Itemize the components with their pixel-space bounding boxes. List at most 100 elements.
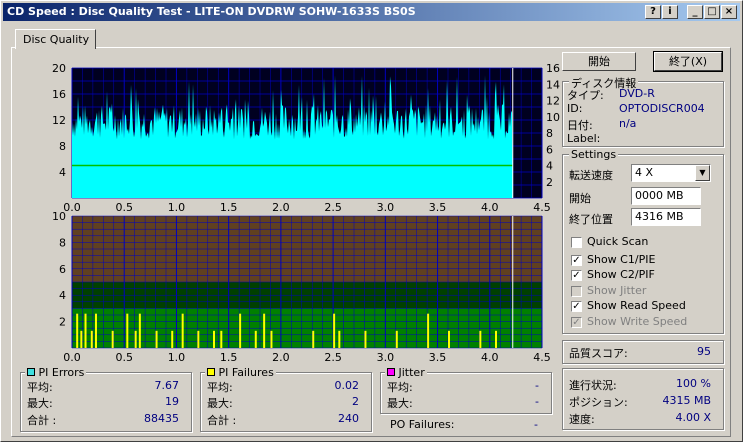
chevron-down-icon[interactable]: ▼ (695, 165, 710, 181)
chart2-x-tick: 3.5 (429, 351, 447, 363)
pi-errors-chart: 201612841614121086420.0 0.5 1.0 1.5 2.0 2.5 3.… (52, 62, 560, 214)
settings-group: Settings 転送速度 4 X ▼ 開始 0000 MB 終了位置 4316… (562, 148, 724, 334)
chart1-y2-tick: 10 (546, 111, 560, 124)
chart1-y-tick: 4 (59, 166, 66, 179)
pif-spike (197, 330, 200, 348)
pif-spike (395, 330, 398, 348)
title-bar: CD Speed : Disc Quality Test - LITE-ON D… (3, 3, 740, 21)
progress-group: 進行状況: 100 % ポジション: 4315 MB 速度: 4.00 X (562, 368, 724, 430)
pi-failures-group: PI Failures 平均: 0.02 最大: 2 合計 : 240 (200, 366, 372, 432)
pi-errors-group: PI Errors 平均: 7.67 最大: 19 合計 : 88435 (20, 366, 192, 432)
speed-select[interactable]: 4 X ▼ (631, 164, 711, 182)
pif-spike (220, 330, 223, 348)
pif-spike (495, 330, 497, 348)
po-failures-value: - (534, 418, 538, 431)
pif-spike (333, 313, 336, 348)
pif-spike (155, 330, 158, 348)
pif-spike (134, 330, 137, 348)
disc-type: DVD-R (619, 87, 655, 100)
show-c1-pie-checkbox[interactable]: ✓ (571, 255, 582, 266)
chart2-y-tick: 10 (52, 210, 66, 223)
pif-spike (138, 313, 141, 348)
exit-button[interactable]: 終了(X) (653, 51, 723, 72)
chart1-y2-tick: 4 (546, 160, 553, 173)
pif-spike (239, 313, 242, 348)
pif-spike (126, 313, 129, 348)
minimize-icon[interactable]: _ (687, 5, 703, 19)
chart2-y-tick: 2 (59, 316, 66, 329)
quick-scan-checkbox[interactable] (571, 237, 582, 248)
tab-disc-quality[interactable]: Disc Quality (15, 29, 96, 49)
help-icon[interactable]: ? (645, 5, 661, 19)
chart1-y-tick: 8 (59, 140, 66, 153)
position-value: 4315 MB (662, 394, 711, 407)
chart2-y-tick: 6 (59, 263, 66, 276)
pif-spike (427, 313, 430, 348)
pif-spike (94, 313, 97, 348)
chart1-y2-tick: 14 (546, 78, 560, 91)
pif-spike (171, 330, 174, 348)
pif-spike (254, 330, 257, 348)
pif-spike (76, 313, 79, 348)
speed-value: 4.00 X (675, 411, 711, 424)
chart2-x-tick: 1.0 (168, 351, 186, 363)
jitter-max: - (535, 395, 539, 408)
pi-failures-max: 2 (352, 395, 359, 408)
pif-spike (479, 330, 482, 348)
pif-spike (312, 330, 315, 348)
show-read-speed-checkbox[interactable]: ✓ (571, 301, 582, 312)
pif-spike (111, 330, 114, 348)
quality-score-group: 品質スコア: 95 (562, 340, 724, 364)
pi-errors-max: 19 (165, 395, 179, 408)
pif-spike (80, 330, 83, 348)
start-position-input[interactable]: 0000 MB (631, 187, 701, 205)
chart1-y-tick: 20 (52, 62, 66, 75)
jitter-group: Jitter 平均: - 最大: - (380, 366, 552, 414)
chart1-y2-tick: 12 (546, 95, 560, 108)
pi-failures-swatch (207, 368, 215, 376)
pi-failures-chart: 10 8 6 4 2 0.0 0.5 1.0 1.5 2.0 2.5 3.0 3.5 4.0 4.5 (52, 210, 551, 363)
chart2-y-tick: 4 (59, 289, 66, 302)
window-title: CD Speed : Disc Quality Test - LITE-ON D… (7, 5, 416, 18)
pi-errors-avg: 7.67 (154, 379, 180, 392)
chart1-y2-tick: 2 (546, 176, 553, 189)
chart1-y2-tick: 6 (546, 143, 553, 156)
show-jitter-checkbox (571, 286, 582, 297)
end-position-input[interactable]: 4316 MB (631, 208, 701, 226)
pif-spike (213, 330, 215, 348)
disc-info-group: ディスク情報 タイプ: DVD-R ID: OPTODISCR004 日付: n… (562, 75, 724, 147)
pi-failures-total: 240 (338, 412, 359, 425)
quality-score-value: 95 (697, 345, 711, 358)
pi-failures-avg: 0.02 (334, 379, 360, 392)
chart2-x-tick: 0.0 (63, 351, 81, 363)
show-c2-pif-checkbox[interactable]: ✓ (571, 270, 582, 281)
chart1-y2-tick: 16 (546, 62, 560, 75)
po-failures-label: PO Failures: (390, 418, 455, 431)
start-button[interactable]: 開始 (562, 52, 636, 71)
pif-spike (181, 313, 184, 348)
disc-date: n/a (619, 117, 637, 130)
chart2-x-tick: 4.0 (481, 351, 499, 363)
chart2-x-tick: 2.0 (272, 351, 290, 363)
chart1-y-tick: 12 (52, 114, 66, 127)
pif-spike (338, 330, 341, 348)
pif-spike (270, 330, 273, 348)
chart1-y2-tick: 8 (546, 127, 553, 140)
jitter-swatch (387, 368, 395, 376)
jitter-avg: - (535, 379, 539, 392)
pif-spike (263, 313, 266, 348)
chart2-x-tick: 4.5 (533, 351, 551, 363)
pif-spike (90, 330, 93, 348)
pif-spike (364, 330, 367, 348)
chart2-x-tick: 2.5 (324, 351, 342, 363)
close-icon[interactable]: × (721, 5, 737, 19)
maximize-icon[interactable]: □ (704, 5, 720, 19)
chart2-x-tick: 3.0 (377, 351, 395, 363)
pif-spike (448, 330, 450, 348)
application-window: CD Speed : Disc Quality Test - LITE-ON D… (0, 0, 743, 442)
disc-id: OPTODISCR004 (619, 102, 705, 115)
chart2-y-tick: 8 (59, 236, 66, 249)
disc-quality-panel: 20 16 12 8 4 16 14 12 10 8 6 4 2 0.0 0.5 1.0 1.5 2.0 2.5 3.… (11, 47, 731, 437)
chart2-x-tick: 0.5 (115, 351, 133, 363)
info-icon[interactable]: i (662, 5, 678, 19)
